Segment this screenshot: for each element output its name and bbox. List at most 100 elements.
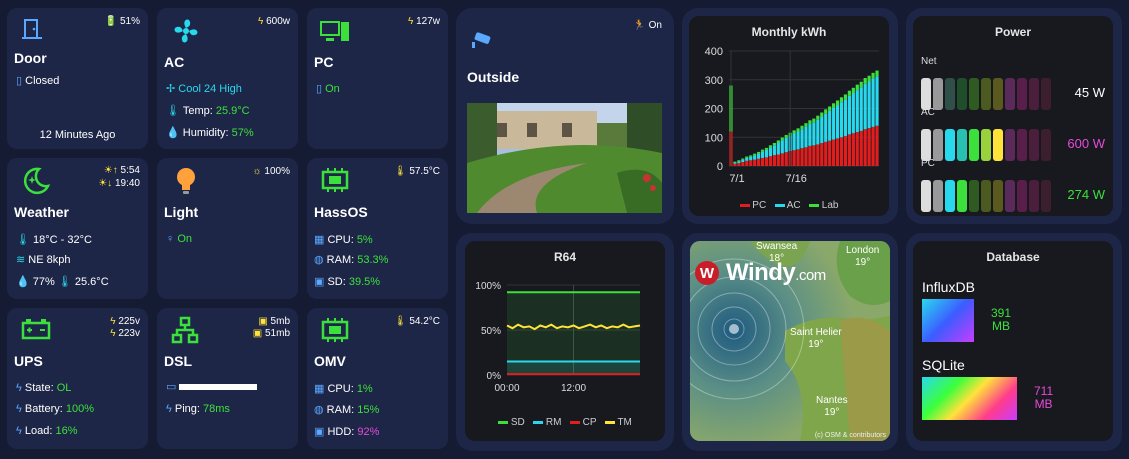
kwh-bar-lab xyxy=(820,112,824,117)
kwh-bar-ac xyxy=(737,161,741,164)
power-segment xyxy=(969,180,979,212)
power-segment xyxy=(969,129,979,161)
pc-name: PC xyxy=(314,54,334,70)
hassos-card[interactable]: 🌡 57.5°C HassOS ▦ CPU: 5% ◍ RAM: 53.3% ▣… xyxy=(307,158,448,299)
kwh-x-tick: 7/1 xyxy=(729,173,744,185)
door-ago: 12 Minutes Ago xyxy=(39,129,116,141)
kwh-bar-pc xyxy=(741,161,745,166)
power-net-value: 45 W xyxy=(1074,85,1105,100)
kwh-bar-pc xyxy=(749,160,753,166)
kwh-bar-ac xyxy=(768,147,773,157)
monthly-kwh-card: Monthly kWh 0 100 200 300 400 7/1 7/16 PC AC L… xyxy=(682,8,898,224)
kwh-bar-lab xyxy=(824,109,828,114)
kwh-bar-lab xyxy=(871,72,875,79)
power-ac-value: 600 W xyxy=(1067,136,1105,151)
kwh-bar-ac xyxy=(749,156,753,161)
door-battery: 🔋 51% xyxy=(104,16,140,27)
power-segment xyxy=(1005,129,1015,161)
sqlite-value: 711 MB xyxy=(1034,384,1054,411)
kwh-bar-lab xyxy=(753,153,757,156)
kwh-bar-lab xyxy=(832,103,836,108)
weather-card[interactable]: ☀↑ 5:54 ☀↓ 19:40 Weather 🌡 18°C - 32°C ≋… xyxy=(7,158,148,299)
legend-ac: AC xyxy=(774,200,801,211)
windy-card[interactable]: W Windy.com Swansea 18° London 19° Saint H… xyxy=(682,233,898,451)
ac-card[interactable]: ϟ 600w AC ✢ Cool 24 High 🌡 Temp: 25.9°C … xyxy=(157,8,298,149)
weather-sunrise: ☀↑ 5:54 xyxy=(103,165,140,176)
power-segment xyxy=(1005,78,1015,110)
pc-state: ▯ On xyxy=(316,83,340,95)
kwh-bar-pc xyxy=(875,125,879,166)
ups-name: UPS xyxy=(14,353,43,369)
kwh-bar-lab xyxy=(855,84,859,91)
ups-v1: ϟ 225v xyxy=(110,316,140,327)
kwh-bar-ac xyxy=(828,110,832,141)
power-segment xyxy=(1041,129,1051,161)
kwh-bar-lab xyxy=(812,118,816,123)
dsl-card[interactable]: ▣ 5mb ▣ 51mb DSL ▭ ϟ Ping: 78ms xyxy=(157,308,298,449)
hassos-temp: 🌡 57.5°C xyxy=(393,166,440,177)
kwh-bar-pc xyxy=(764,157,769,166)
outside-motion: 🏃 On xyxy=(633,20,662,31)
ac-temp: 🌡 Temp: 25.9°C xyxy=(166,105,250,117)
legend-pc: PC xyxy=(739,200,766,211)
database-card: Database InfluxDB 391 MB SQLite 711 MB xyxy=(906,233,1122,451)
power-segment xyxy=(1029,78,1039,110)
kwh-bar-pc xyxy=(776,154,780,166)
legend-cp: CP xyxy=(569,417,597,428)
kwh-bar-ac xyxy=(753,155,757,160)
kwh-bar-lab xyxy=(875,70,879,77)
r64-y-tick: 0% xyxy=(487,371,502,382)
kwh-bar-lab xyxy=(843,94,848,100)
power-pc-value: 274 W xyxy=(1067,187,1105,202)
kwh-bar-pc xyxy=(847,134,851,166)
ac-name: AC xyxy=(164,54,185,70)
kwh-bar-ac xyxy=(867,81,871,129)
kwh-bar-pc xyxy=(871,126,875,166)
influxdb-value: 391 MB xyxy=(991,306,1012,333)
kwh-bar-ac xyxy=(863,83,867,130)
ups-card[interactable]: ϟ 225v ϟ 223v UPS ϟ State: OL ϟ Battery:… xyxy=(7,308,148,449)
dsl-upload: ▣ 5mb xyxy=(258,316,290,327)
kwh-bar-pc xyxy=(753,159,757,166)
light-state: ♀ On xyxy=(166,233,192,245)
kwh-bar-ac xyxy=(776,143,780,155)
legend-tm: TM xyxy=(604,417,632,428)
kwh-bar-pc xyxy=(824,141,828,166)
kwh-bar-lab xyxy=(800,125,804,130)
kwh-bar-lab xyxy=(749,155,753,157)
power-segment xyxy=(921,180,931,212)
kwh-bar-ac xyxy=(796,131,800,150)
kwh-bar-pc xyxy=(820,143,824,166)
ups-load: ϟ Load: 16% xyxy=(16,425,78,437)
kwh-bar-pc xyxy=(855,132,859,166)
kwh-bar-pc xyxy=(828,140,832,166)
light-card[interactable]: ☼ 100% Light ♀ On xyxy=(157,158,298,299)
power-segment xyxy=(981,129,991,161)
door-card[interactable]: 🔋 51% Door ▯ Closed 12 Minutes Ago xyxy=(7,8,148,149)
power-panel: Power Net 45 W AC 600 W PC 274 W xyxy=(913,16,1113,216)
kwh-bar-lab xyxy=(847,90,851,96)
omv-ram: ◍ RAM: 15% xyxy=(314,404,380,416)
omv-card[interactable]: 🌡 54.2°C OMV ▦ CPU: 1% ◍ RAM: 15% ▣ HDD:… xyxy=(307,308,448,449)
kwh-bar-ac xyxy=(741,159,745,162)
power-segment xyxy=(981,78,991,110)
power-segment xyxy=(981,180,991,212)
power-segment xyxy=(921,129,931,161)
kwh-bar-pc xyxy=(804,147,808,166)
pc-card[interactable]: ϟ 127w PC ▯ On xyxy=(307,8,448,149)
kwh-bar-ac xyxy=(733,162,737,164)
kwh-bar-pc xyxy=(737,163,741,166)
power-segment xyxy=(993,129,1003,161)
windy-map[interactable]: W Windy.com Swansea 18° London 19° Saint H… xyxy=(690,241,890,441)
power-segment xyxy=(957,78,967,110)
light-name: Light xyxy=(164,204,199,220)
kwh-bar-ac xyxy=(816,119,820,145)
kwh-bar-lab xyxy=(764,147,769,150)
camera-snapshot[interactable] xyxy=(467,103,662,213)
kwh-bar-lab xyxy=(745,156,749,158)
kwh-bar-pc xyxy=(812,145,816,166)
outside-card[interactable]: 🏃 On Outside xyxy=(456,8,674,224)
kwh-bar-pc xyxy=(808,145,812,166)
power-title: Power xyxy=(994,25,1031,39)
power-segment xyxy=(993,180,1003,212)
